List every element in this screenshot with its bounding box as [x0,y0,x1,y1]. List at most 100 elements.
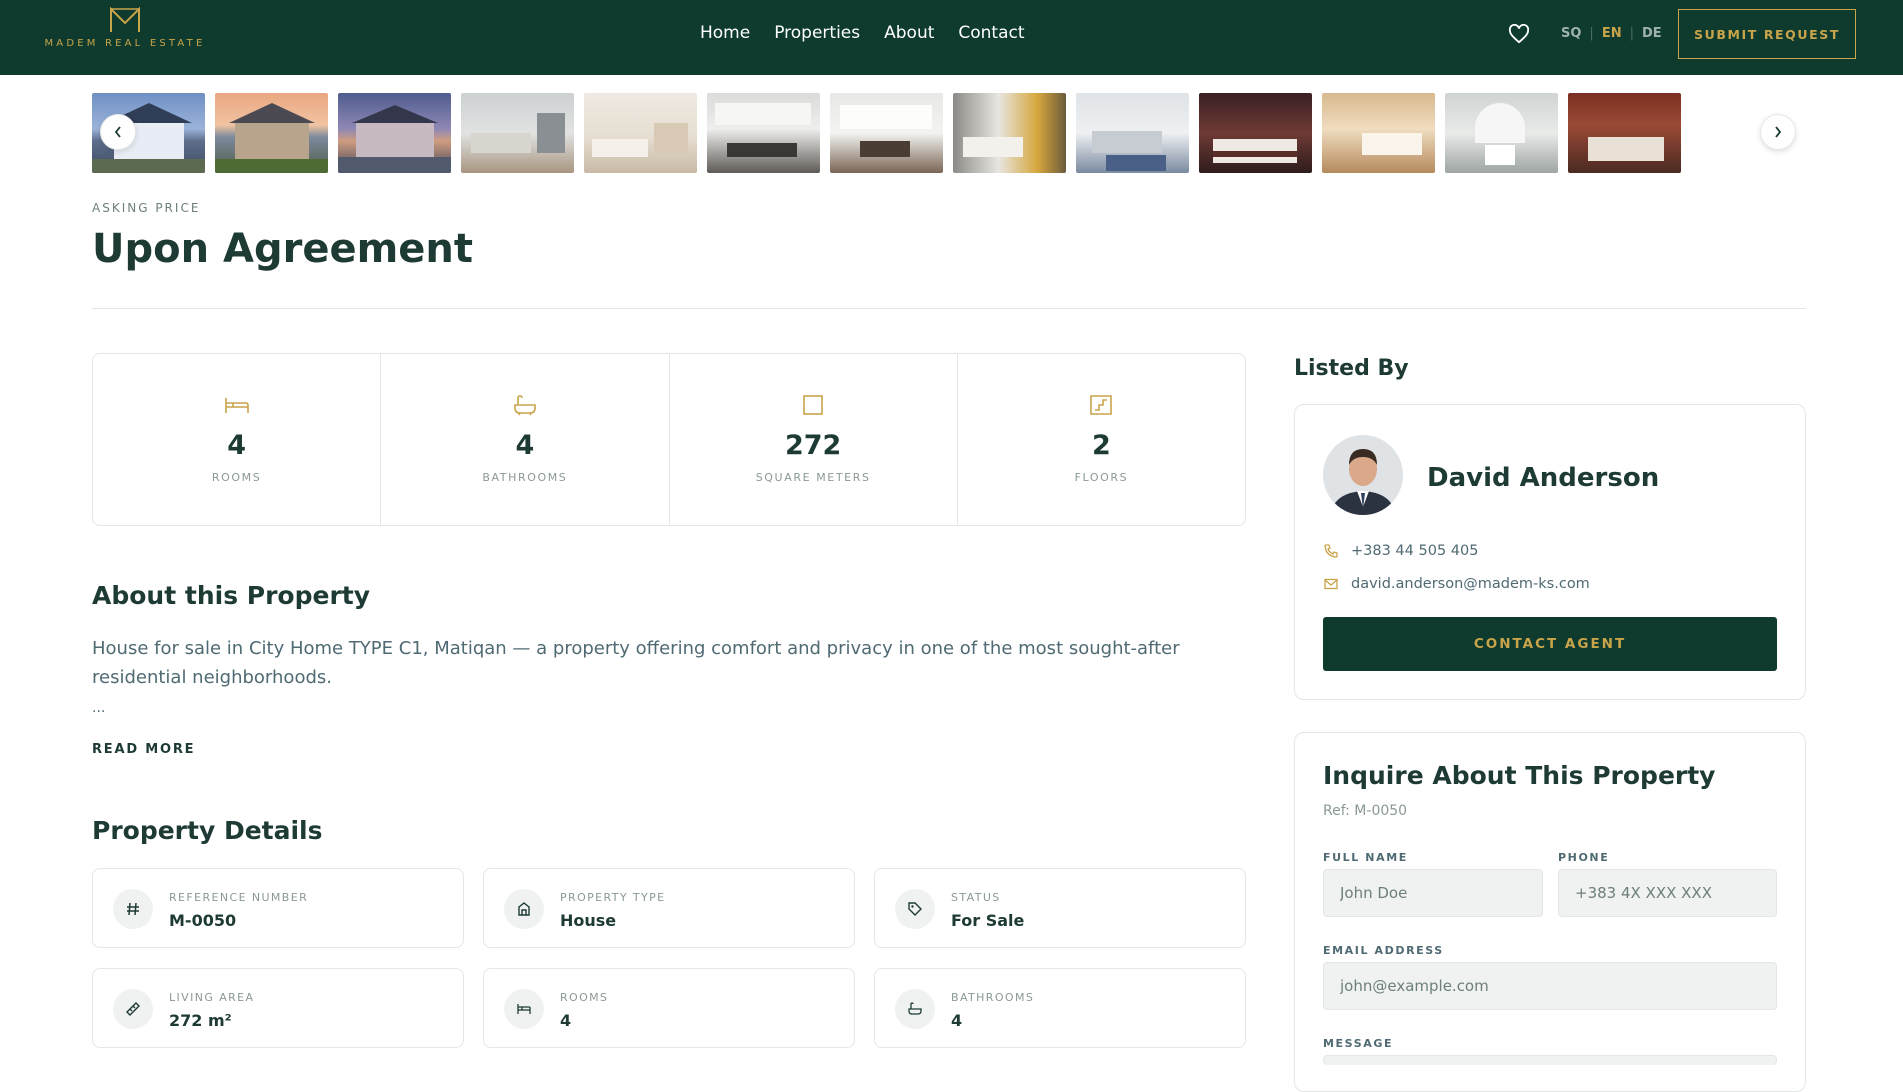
message-textarea[interactable] [1323,1055,1777,1065]
detail-living-area: LIVING AREA 272 m² [92,968,464,1048]
ruler-icon [113,989,153,1029]
phone-icon [1324,544,1338,558]
read-more-link[interactable]: READ MORE [92,742,195,757]
nav-home[interactable]: Home [700,23,750,43]
detail-label: STATUS [951,891,1001,904]
stat-rooms: 4 ROOMS [93,354,382,525]
agent-avatar [1323,435,1403,515]
asking-price-label: ASKING PRICE [92,201,201,215]
thumbnail-house-exterior[interactable] [338,93,451,173]
detail-rooms: ROOMS 4 [483,968,855,1048]
thumbnail-bedroom[interactable] [1322,93,1435,173]
nav-contact[interactable]: Contact [958,23,1024,43]
phone-label: PHONE [1558,851,1610,864]
detail-status: STATUS For Sale [874,868,1246,948]
full-name-label: FULL NAME [1323,851,1408,864]
hash-icon [113,889,153,929]
stairs-icon [1090,395,1113,415]
detail-reference-number: REFERENCE NUMBER M-0050 [92,868,464,948]
detail-value: For Sale [951,911,1025,930]
bed-icon [224,398,249,413]
phone-input[interactable] [1558,869,1777,917]
detail-label: PROPERTY TYPE [560,891,666,904]
stat-bathrooms: 4 BATHROOMS [381,354,670,525]
stat-label: BATHROOMS [482,471,568,484]
detail-label: LIVING AREA [169,991,255,1004]
about-description: House for sale in City Home TYPE C1, Mat… [92,638,1180,688]
agent-phone[interactable]: +383 44 505 405 [1323,543,1478,559]
lang-separator: | [1589,26,1594,41]
gallery-next-button[interactable] [1760,114,1796,150]
full-name-input[interactable] [1323,869,1543,917]
lang-separator: | [1629,26,1634,41]
chevron-right-icon [1775,126,1782,138]
detail-label: REFERENCE NUMBER [169,891,309,904]
gallery-prev-button[interactable] [100,114,136,150]
thumbnail-house-exterior[interactable] [215,93,328,173]
message-label: MESSAGE [1323,1037,1394,1050]
chevron-left-icon [114,126,121,138]
stat-value: 272 [784,430,842,461]
detail-label: ROOMS [560,991,609,1004]
stat-square-meters: 272 SQUARE METERS [670,354,958,525]
detail-value: House [560,911,617,930]
inquiry-title: Inquire About This Property [1323,761,1716,790]
about-title: About this Property [92,581,371,610]
agent-name: David Anderson [1427,463,1660,493]
house-icon [504,889,544,929]
stat-value: 4 [227,430,247,461]
thumbnail-bedroom[interactable] [1568,93,1681,173]
thumbnail-kitchen[interactable] [953,93,1066,173]
brand-logo[interactable]: MADEM REAL ESTATE [40,6,210,49]
stat-label: ROOMS [211,471,262,484]
square-icon [803,395,823,415]
section-divider [92,308,1806,309]
agent-card: David Anderson +383 44 505 405 david.and… [1294,404,1806,700]
tag-icon [895,889,935,929]
email-label: EMAIL ADDRESS [1323,944,1444,957]
asking-price-value: Upon Agreement [92,226,473,272]
contact-agent-button[interactable]: CONTACT AGENT [1323,617,1777,671]
property-stats: 4 ROOMS 4 BATHROOMS 272 SQUARE METERS 2 … [92,353,1246,526]
listed-by-title: Listed By [1294,356,1409,381]
thumbnail-living-room[interactable] [1076,93,1189,173]
inquiry-reference: Ref: M-0050 [1323,803,1408,819]
stat-value: 4 [515,430,535,461]
agent-email[interactable]: david.anderson@madem-ks.com [1323,576,1590,592]
gallery-thumbnails [92,93,1681,173]
brand-name: MADEM REAL ESTATE [44,38,206,49]
thumbnail-kitchen[interactable] [830,93,943,173]
thumbnail-bathroom[interactable] [1445,93,1558,173]
property-details-title: Property Details [92,816,323,845]
top-navigation-bar: MADEM REAL ESTATE Home Properties About … [0,0,1903,75]
logo-mark-icon [110,6,140,32]
thumbnail-living-room[interactable] [461,93,574,173]
language-switcher: SQ | EN | DE [1561,26,1662,41]
submit-request-button[interactable]: SUBMIT REQUEST [1678,9,1856,59]
stat-label: SQUARE METERS [755,471,871,484]
nav-properties[interactable]: Properties [774,23,860,43]
detail-bathrooms: BATHROOMS 4 [874,968,1246,1048]
detail-value: 4 [560,1011,572,1030]
lang-sq[interactable]: SQ [1561,26,1581,41]
detail-value: M-0050 [169,911,237,930]
inquiry-form-card: Inquire About This Property Ref: M-0050 … [1294,732,1806,1092]
about-ellipsis: ... [92,700,106,716]
nav-about[interactable]: About [884,23,934,43]
detail-value: 4 [951,1011,963,1030]
thumbnail-kitchen[interactable] [707,93,820,173]
email-input[interactable] [1323,962,1777,1010]
bathtub-icon [895,989,935,1029]
bed-icon [504,989,544,1029]
lang-de[interactable]: DE [1642,26,1662,41]
detail-label: BATHROOMS [951,991,1035,1004]
stat-label: FLOORS [1074,471,1129,484]
stat-value: 2 [1091,430,1111,461]
thumbnail-living-area[interactable] [584,93,697,173]
agent-email-text: david.anderson@madem-ks.com [1351,576,1590,592]
lang-en[interactable]: EN [1602,26,1622,41]
favorites-heart-icon[interactable] [1508,23,1530,48]
thumbnail-bedroom[interactable] [1199,93,1312,173]
main-nav: Home Properties About Contact [700,23,1025,43]
mail-icon [1324,578,1338,590]
